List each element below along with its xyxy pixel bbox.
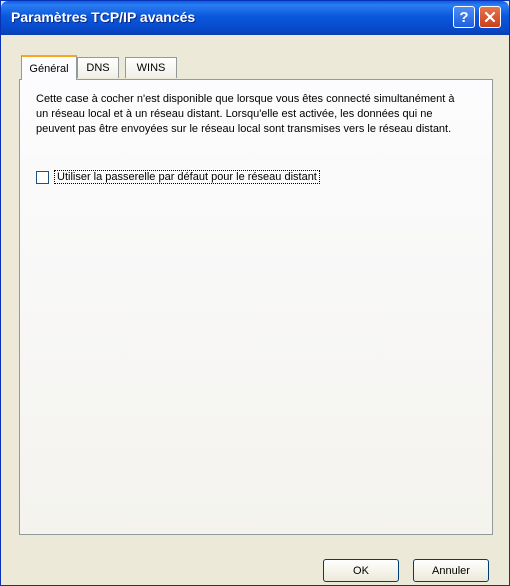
close-button[interactable] [479,6,501,28]
tab-dns[interactable]: DNS [77,57,119,78]
default-gateway-option[interactable]: Utiliser la passerelle par défaut pour l… [36,170,320,184]
tab-wins[interactable]: WINS [125,57,177,78]
help-button[interactable]: ? [453,6,475,28]
ok-button[interactable]: OK [323,559,399,582]
default-gateway-checkbox[interactable] [36,170,49,184]
description-text: Cette case à cocher n'est disponible que… [36,93,455,135]
dialog-body: Général DNS WINS Cette case à cocher n'e… [1,35,509,585]
title-bar[interactable]: Paramètres TCP/IP avancés ? [1,1,509,35]
window-title: Paramètres TCP/IP avancés [11,9,196,25]
tab-panel-general: Cette case à cocher n'est disponible que… [19,79,493,535]
tab-general[interactable]: Général [21,55,77,80]
close-icon [484,11,496,23]
dialog-window: Paramètres TCP/IP avancés ? Général DNS … [0,0,510,586]
cancel-button[interactable]: Annuler [413,559,489,582]
help-icon: ? [459,8,469,26]
default-gateway-label[interactable]: Utiliser la passerelle par défaut pour l… [54,170,320,184]
